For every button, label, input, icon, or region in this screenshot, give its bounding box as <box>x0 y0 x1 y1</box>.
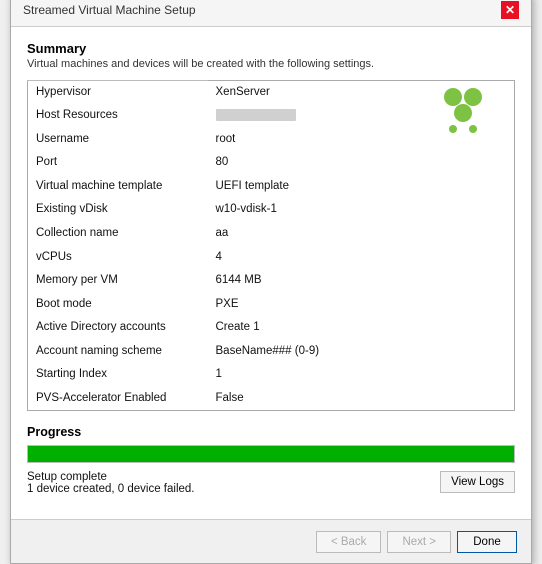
row-key: Starting Index <box>28 363 208 387</box>
row-key: Username <box>28 128 208 152</box>
close-button[interactable]: ✕ <box>501 1 519 19</box>
next-button[interactable]: Next > <box>387 531 451 553</box>
row-value: False <box>208 387 515 411</box>
view-logs-button[interactable]: View Logs <box>440 471 515 493</box>
row-value: 6144 MB <box>208 269 515 293</box>
row-key: Port <box>28 151 208 175</box>
row-key: Hypervisor <box>28 80 208 104</box>
table-row: Starting Index1 <box>28 363 515 387</box>
row-value: 4 <box>208 246 515 270</box>
table-row: Active Directory accountsCreate 1 <box>28 316 515 340</box>
row-key: vCPUs <box>28 246 208 270</box>
progress-bar-container <box>27 445 515 463</box>
row-key: Collection name <box>28 222 208 246</box>
table-row: Virtual machine templateUEFI template <box>28 175 515 199</box>
table-row: vCPUs4 <box>28 246 515 270</box>
title-bar: Streamed Virtual Machine Setup ✕ <box>11 0 531 27</box>
row-value: 80 <box>208 151 515 175</box>
row-key: Boot mode <box>28 293 208 317</box>
table-row: Collection nameaa <box>28 222 515 246</box>
row-key: Memory per VM <box>28 269 208 293</box>
done-button[interactable]: Done <box>457 531 517 553</box>
table-row: Boot modePXE <box>28 293 515 317</box>
row-value: w10-vdisk-1 <box>208 198 515 222</box>
table-row: Existing vDiskw10-vdisk-1 <box>28 198 515 222</box>
row-value: PXE <box>208 293 515 317</box>
summary-description: Virtual machines and devices will be cre… <box>27 58 515 70</box>
status-line1: Setup complete <box>27 471 195 483</box>
content-area: Summary Virtual machines and devices wil… <box>11 27 531 520</box>
product-logo <box>439 85 487 136</box>
status-line2: 1 device created, 0 device failed. <box>27 483 195 495</box>
row-key: PVS-Accelerator Enabled <box>28 387 208 411</box>
table-row: Memory per VM6144 MB <box>28 269 515 293</box>
progress-section: Progress Setup complete 1 device created… <box>27 425 515 495</box>
progress-bar-fill <box>28 446 514 462</box>
table-row: Port80 <box>28 151 515 175</box>
footer: < Back Next > Done <box>11 519 531 563</box>
row-key: Account naming scheme <box>28 340 208 364</box>
row-key: Host Resources <box>28 104 208 128</box>
summary-heading: Summary <box>27 41 515 56</box>
table-row: Account naming schemeBaseName### (0-9) <box>28 340 515 364</box>
progress-label: Progress <box>27 425 515 439</box>
row-value: 1 <box>208 363 515 387</box>
row-key: Existing vDisk <box>28 198 208 222</box>
table-row: PVS-Accelerator EnabledFalse <box>28 387 515 411</box>
back-button[interactable]: < Back <box>316 531 381 553</box>
dialog: Streamed Virtual Machine Setup ✕ Summary… <box>10 0 532 564</box>
host-resources-placeholder <box>216 109 296 121</box>
status-text: Setup complete 1 device created, 0 devic… <box>27 471 195 495</box>
row-key: Active Directory accounts <box>28 316 208 340</box>
row-value: aa <box>208 222 515 246</box>
status-row: Setup complete 1 device created, 0 devic… <box>27 471 515 495</box>
row-value: BaseName### (0-9) <box>208 340 515 364</box>
row-key: Virtual machine template <box>28 175 208 199</box>
row-value: UEFI template <box>208 175 515 199</box>
row-value: Create 1 <box>208 316 515 340</box>
dialog-title: Streamed Virtual Machine Setup <box>23 3 196 17</box>
header-area: Summary Virtual machines and devices wil… <box>27 41 515 70</box>
